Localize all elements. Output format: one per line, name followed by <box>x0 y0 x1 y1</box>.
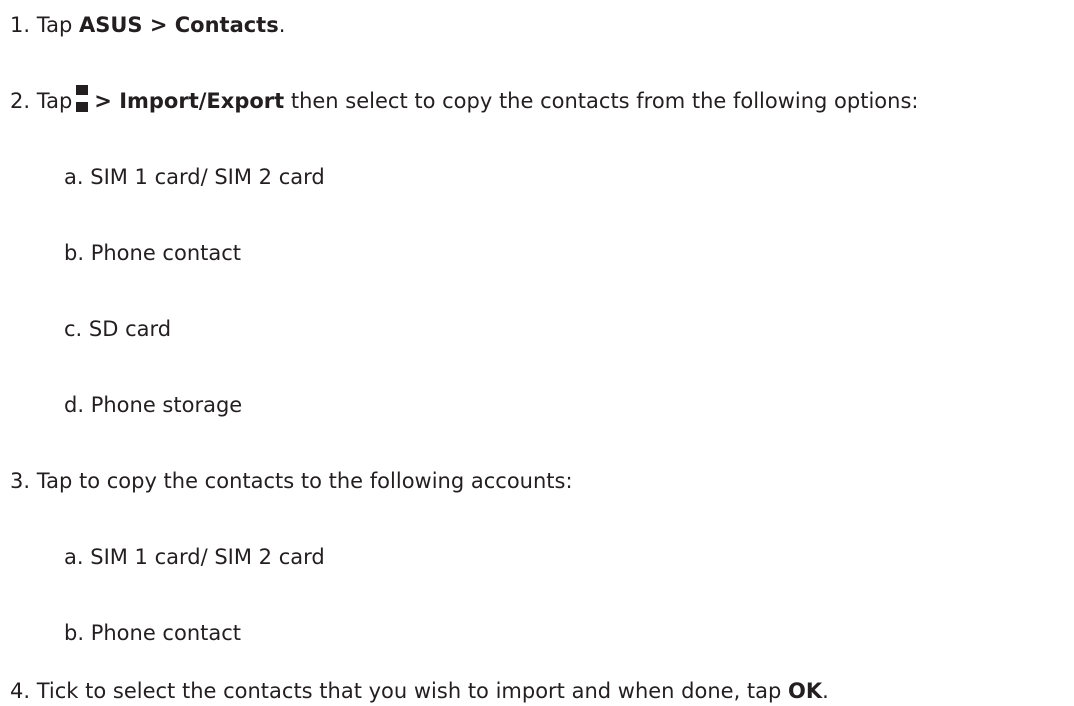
step-1-number: 1. <box>10 13 31 37</box>
step-2-post: then select to copy the contacts from th… <box>284 89 919 113</box>
step-4: 4. Tick to select the contacts that you … <box>10 680 829 702</box>
step-1-post: . <box>278 13 286 37</box>
instruction-document: 1. Tap ASUS > Contacts. 2. Tap > Import/E… <box>0 0 1074 706</box>
step-2: 2. Tap > Import/Export then select to cop… <box>10 85 919 114</box>
step-4-pre: Tick to select the contacts that you wis… <box>36 679 789 703</box>
step-3: 3. Tap to copy the contacts to the follo… <box>10 468 573 494</box>
step-1: 1. Tap ASUS > Contacts. <box>10 12 285 38</box>
option-text: Phone contact <box>90 621 242 645</box>
step-2-option-b: b. Phone contact <box>64 240 241 266</box>
step-4-number: 4. <box>10 679 31 703</box>
step-4-ok-label: OK <box>788 679 823 703</box>
option-text: Phone contact <box>90 241 242 265</box>
option-letter: a. <box>64 545 84 569</box>
step-1-menu-path: ASUS > Contacts <box>78 13 279 37</box>
option-letter: d. <box>64 393 85 417</box>
option-letter: b. <box>64 621 85 645</box>
step-2-option-d: d. Phone storage <box>64 392 242 418</box>
option-letter: b. <box>64 241 85 265</box>
step-4-post: . <box>822 679 829 703</box>
step-2-option-a: a. SIM 1 card/ SIM 2 card <box>64 164 325 190</box>
step-2-menu-path: > Import/Export <box>94 89 285 113</box>
step-3-option-b: b. Phone contact <box>64 620 241 646</box>
option-text: SIM 1 card/ SIM 2 card <box>90 165 325 189</box>
option-text: SIM 1 card/ SIM 2 card <box>90 545 325 569</box>
step-2-option-c: c. SD card <box>64 316 171 342</box>
step-2-pre: Tap <box>36 89 73 113</box>
option-text: SD card <box>88 317 172 341</box>
option-letter: a. <box>64 165 84 189</box>
overflow-menu-icon <box>76 85 89 114</box>
step-3-option-a: a. SIM 1 card/ SIM 2 card <box>64 544 325 570</box>
option-letter: c. <box>64 317 83 341</box>
step-1-pre: Tap <box>36 13 79 37</box>
step-3-text: Tap to copy the contacts to the followin… <box>36 469 573 493</box>
step-2-number: 2. <box>10 89 31 113</box>
step-3-number: 3. <box>10 469 31 493</box>
option-text: Phone storage <box>90 393 243 417</box>
